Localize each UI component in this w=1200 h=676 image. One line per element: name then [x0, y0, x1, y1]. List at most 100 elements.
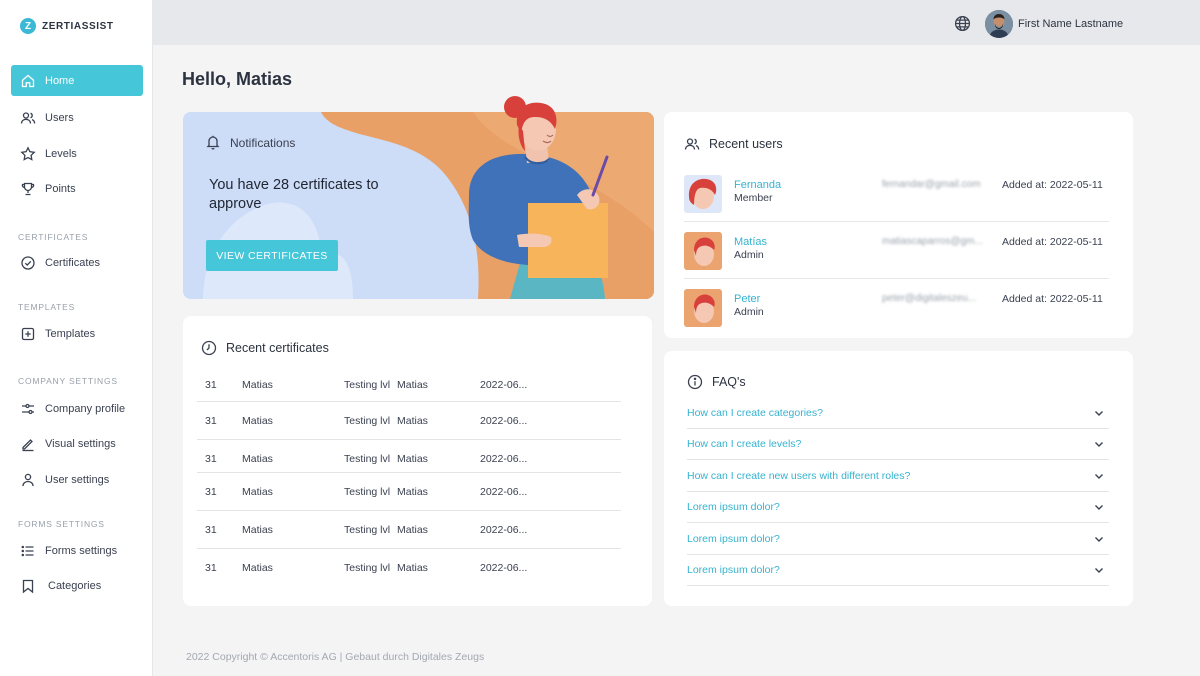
cert-id: 31 [205, 486, 217, 498]
chevron-down-icon [1095, 537, 1103, 542]
cert-id: 31 [205, 415, 217, 427]
sidebar-item-certificates[interactable]: Certificates [11, 247, 143, 278]
clock-icon [201, 340, 217, 356]
users-icon [684, 138, 700, 150]
cert-name: Matias [242, 453, 273, 465]
star-icon [20, 145, 36, 161]
sidebar-item-templates[interactable]: Templates [11, 318, 143, 349]
user-added-date: Added at: 2022-05-11 [1002, 179, 1103, 191]
sidebar: Z ZERTIASSIST Home Users Levels Points C… [0, 0, 153, 676]
brand[interactable]: Z ZERTIASSIST [20, 18, 114, 34]
cert-issuer: Matias [397, 524, 428, 536]
sidebar-item-label: Forms settings [45, 544, 118, 557]
avatar[interactable] [985, 10, 1013, 38]
table-row[interactable]: 31 Matias Testing lvl Matias 2022-06... [197, 549, 621, 585]
faq-item[interactable]: How can I create categories? [687, 398, 1109, 429]
sidebar-item-label: Visual settings [45, 437, 116, 450]
user-role: Admin [734, 306, 764, 318]
plus-square-icon [21, 327, 35, 340]
table-row[interactable]: 31 Matias Testing lvl Matias 2022-06... [197, 402, 621, 440]
topbar: First Name Lastname [153, 0, 1200, 45]
faq-item[interactable]: Lorem ipsum dolor? [687, 524, 1109, 555]
info-icon [687, 374, 703, 390]
user-row[interactable]: Matías Admin matiascaparros@gm... Added … [684, 222, 1109, 279]
sidebar-item-label: Points [45, 182, 76, 195]
user-name-link[interactable]: Peter [734, 293, 760, 305]
chevron-down-icon [1095, 474, 1103, 479]
cert-name: Matias [242, 415, 273, 427]
brand-name: ZERTIASSIST [42, 20, 114, 32]
sidebar-item-label: Categories [48, 579, 102, 592]
table-row[interactable]: 31 Matias Testing lvl Matias 2022-06... [197, 473, 621, 511]
recent-certificates-header: Recent certificates [201, 340, 329, 356]
sidebar-item-forms-settings[interactable]: Forms settings [11, 535, 143, 566]
cert-name: Matias [242, 524, 273, 536]
cert-name: Matias [242, 486, 273, 498]
cert-level: Testing lvl [344, 486, 391, 498]
faq-question: Lorem ipsum dolor? [687, 501, 780, 513]
cert-level: Testing lvl [344, 524, 391, 536]
cert-issuer: Matias [397, 486, 428, 498]
user-added-date: Added at: 2022-05-11 [1002, 236, 1103, 248]
cert-date: 2022-06... [480, 379, 528, 391]
faq-question: How can I create categories? [687, 407, 823, 419]
user-role: Member [734, 192, 773, 204]
sidebar-item-points[interactable]: Points [11, 173, 143, 204]
sidebar-item-levels[interactable]: Levels [11, 138, 143, 169]
faq-item[interactable]: How can I create levels? [687, 429, 1109, 460]
faq-question: How can I create levels? [687, 438, 802, 450]
faq-item[interactable]: Lorem ipsum dolor? [687, 492, 1109, 523]
chevron-down-icon [1095, 411, 1103, 416]
section-forms-settings-title: FORMS SETTINGS [18, 519, 105, 529]
table-row[interactable]: 31 Matias Testing lvl Matias 2022-06... [197, 440, 621, 473]
cert-date: 2022-06... [480, 524, 528, 536]
list-icon [21, 545, 34, 556]
section-company-settings-title: COMPANY SETTINGS [18, 376, 118, 386]
sidebar-item-users[interactable]: Users [11, 102, 143, 133]
user-email: matiascaparros@gm... [882, 236, 983, 247]
table-row[interactable]: 31 Matias Testing lvl Matias 2022-06... [197, 511, 621, 549]
recent-users-card: Recent users Fernanda Member fernandar@g… [664, 112, 1133, 338]
sidebar-item-label: Company profile [45, 402, 126, 415]
cert-date: 2022-06... [480, 562, 528, 574]
brand-logo: Z [20, 18, 36, 34]
user-name-link[interactable]: Fernanda [734, 179, 781, 191]
chevron-down-icon [1095, 505, 1103, 510]
sidebar-item-visual-settings[interactable]: Visual settings [11, 428, 143, 459]
table-row[interactable]: 31 Matias Testing lvl Matias 2022-06... [197, 366, 621, 402]
sidebar-item-categories[interactable]: Categories [11, 570, 143, 601]
cert-id: 31 [205, 453, 217, 465]
cert-level: Testing lvl [344, 379, 391, 391]
user-row[interactable]: Fernanda Member fernandar@gmail.com Adde… [684, 165, 1109, 222]
cert-date: 2022-06... [480, 415, 528, 427]
sliders-icon [22, 403, 34, 414]
check-circle-icon [21, 255, 35, 270]
view-certificates-button[interactable]: VIEW CERTIFICATES [206, 240, 338, 271]
cert-level: Testing lvl [344, 415, 391, 427]
faq-title: FAQ's [712, 375, 746, 389]
faq-question: Lorem ipsum dolor? [687, 533, 780, 545]
sidebar-item-label: User settings [45, 473, 110, 486]
sidebar-item-company-profile[interactable]: Company profile [11, 393, 143, 424]
user-row[interactable]: Peter Admin peter@digitaleszeu... Added … [684, 279, 1109, 336]
cert-issuer: Matias [397, 453, 428, 465]
faq-item[interactable]: How can I create new users with differen… [687, 461, 1109, 492]
globe-icon[interactable] [954, 15, 971, 32]
trophy-icon [21, 182, 35, 195]
section-certificates-title: CERTIFICATES [18, 232, 89, 242]
home-icon [21, 74, 35, 87]
user-avatar [684, 232, 722, 270]
sidebar-item-label: Users [45, 111, 74, 124]
cert-issuer: Matias [397, 379, 428, 391]
user-icon [22, 473, 34, 486]
cert-id: 31 [205, 562, 217, 574]
page-title: Hello, Matias [182, 69, 293, 89]
pen-icon [22, 438, 34, 451]
sidebar-item-home[interactable]: Home [11, 65, 143, 96]
bell-icon [206, 135, 220, 150]
sidebar-item-user-settings[interactable]: User settings [11, 464, 143, 495]
user-name[interactable]: First Name Lastname [1018, 18, 1123, 30]
faq-item[interactable]: Lorem ipsum dolor? [687, 555, 1109, 586]
user-name-link[interactable]: Matías [734, 236, 767, 248]
cert-level: Testing lvl [344, 562, 391, 574]
